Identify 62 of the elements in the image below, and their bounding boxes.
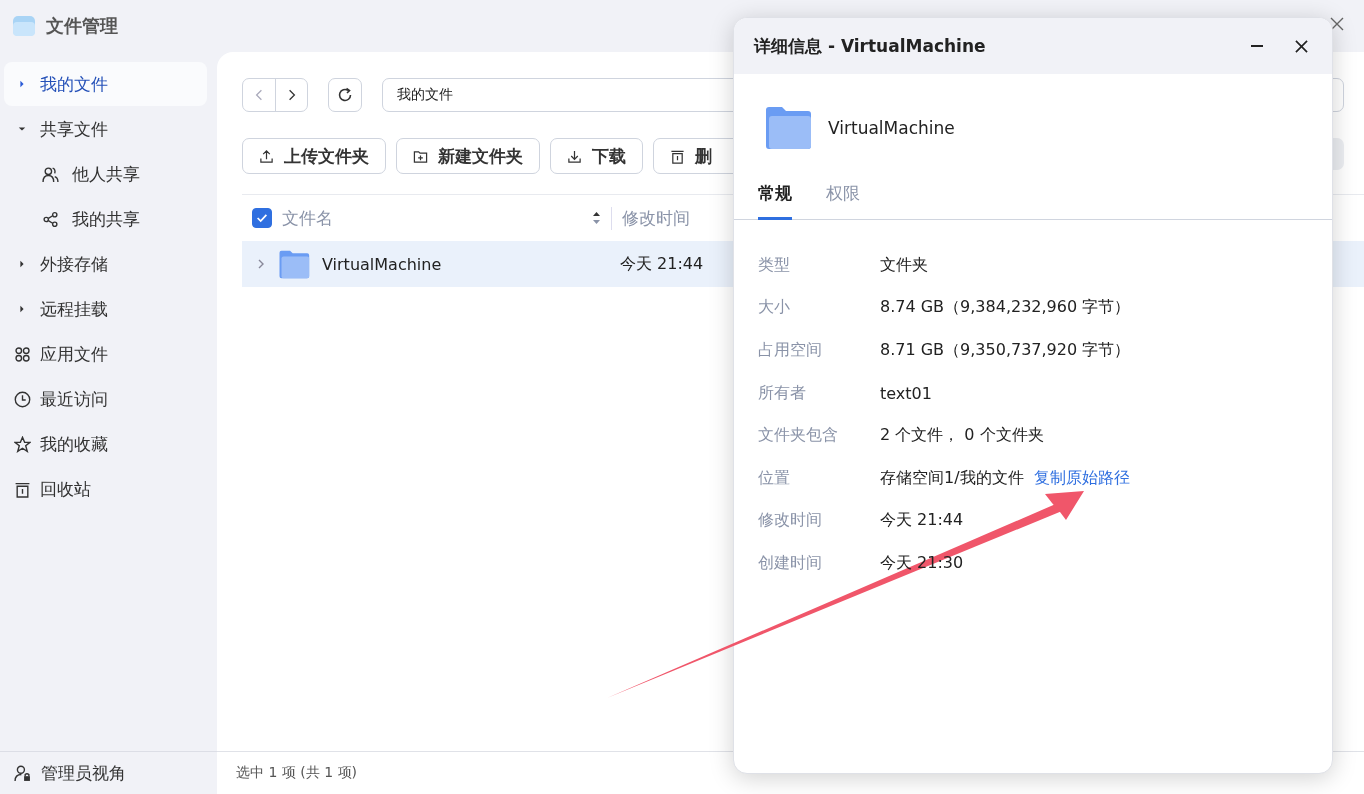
toolbar-button[interactable]: 新建文件夹: [396, 138, 540, 174]
users-icon: [42, 165, 59, 183]
sidebar-item[interactable]: 远程挂载: [4, 287, 207, 331]
file-name: VirtualMachine: [828, 118, 955, 138]
sidebar-item[interactable]: 他人共享: [4, 152, 207, 196]
expanded-caret-icon: [18, 125, 26, 133]
property-value: 存储空间1/我的文件: [880, 467, 1024, 489]
property-label: 修改时间: [758, 510, 823, 532]
property-value: 文件夹: [880, 254, 928, 276]
property-value: 2 个文件， 0 个文件夹: [880, 425, 1044, 447]
new-folder-icon: [413, 148, 428, 164]
property-label: 文件夹包含: [758, 425, 839, 447]
property-label: 所有者: [758, 382, 807, 404]
download-icon: [567, 148, 582, 164]
expand-caret-icon: [256, 259, 266, 269]
property-label: 创建时间: [758, 552, 823, 574]
collapsed-caret-icon: [18, 260, 26, 268]
collapsed-caret-icon: [18, 80, 26, 88]
property-value: text01: [880, 383, 932, 403]
collapsed-caret-icon: [18, 305, 26, 313]
user-lock-icon: [14, 764, 31, 782]
app-title: 文件管理: [46, 14, 118, 38]
folder-icon: [278, 249, 310, 279]
property-label: 位置: [758, 467, 791, 489]
property-value: 8.71 GB（9,350,737,920 字节）: [880, 340, 1131, 361]
sidebar-item[interactable]: 共享文件: [4, 107, 207, 151]
property-label: 类型: [758, 254, 791, 276]
dialog-title: 详细信息 - VirtualMachine: [754, 34, 987, 58]
back-icon: [255, 89, 263, 101]
star-icon: [13, 435, 31, 453]
folder-icon: [764, 106, 812, 150]
property-value: 今天 21:44: [880, 510, 964, 532]
admin-view-item[interactable]: 管理员视角: [14, 761, 126, 785]
clock-icon: [13, 390, 31, 408]
sidebar-item[interactable]: 最近访问: [4, 377, 207, 421]
sort-icon: [592, 211, 601, 225]
property-label: 占用空间: [758, 340, 823, 361]
toolbar-button[interactable]: 上传文件夹: [242, 138, 386, 174]
sidebar-item[interactable]: 外接存储: [4, 242, 207, 286]
refresh-icon: [337, 87, 353, 103]
trash-icon: [670, 148, 685, 164]
share-icon: [42, 210, 59, 228]
toolbar-button[interactable]: 下载: [550, 138, 643, 174]
close-icon[interactable]: [1295, 39, 1308, 53]
sidebar-item[interactable]: 我的收藏: [4, 422, 207, 466]
trash-icon: [13, 480, 31, 498]
sidebar-item[interactable]: 应用文件: [4, 332, 207, 376]
modified-time: 今天 21:44: [620, 253, 704, 275]
sidebar-item[interactable]: 我的文件: [4, 62, 207, 106]
upload-icon: [259, 148, 274, 164]
copy-path-link[interactable]: 复制原始路径: [1033, 467, 1130, 489]
refresh-button[interactable]: [328, 78, 362, 112]
folder-logo-icon: [12, 14, 36, 38]
sidebar-item[interactable]: 我的共享: [4, 197, 207, 241]
sidebar-item[interactable]: 回收站: [4, 467, 207, 511]
apps-icon: [13, 345, 31, 363]
tab[interactable]: 常规: [758, 176, 792, 220]
property-label: 大小: [758, 297, 791, 319]
file-name: VirtualMachine: [322, 254, 443, 274]
property-value: 8.74 GB（9,384,232,960 字节）: [880, 297, 1131, 319]
select-all-checkbox[interactable]: [252, 208, 272, 228]
forward-icon: [287, 89, 296, 101]
